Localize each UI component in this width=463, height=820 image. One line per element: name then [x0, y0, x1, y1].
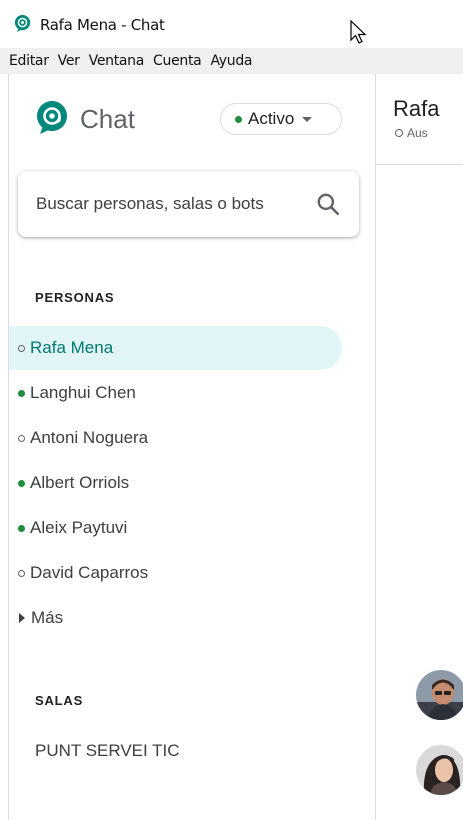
chevron-down-icon	[302, 116, 313, 122]
search-placeholder: Buscar personas, salas o bots	[36, 194, 264, 213]
status-label: Activo	[248, 109, 295, 128]
room-name: PUNT SERVEI TIC	[35, 741, 180, 760]
person-name: Aleix Paytuvi	[30, 518, 128, 537]
room-item-punt-servei-tic[interactable]: PUNT SERVEI TIC	[9, 731, 342, 771]
avatar-man-icon	[416, 670, 463, 720]
header-divider	[376, 164, 463, 165]
chat-logo-icon	[37, 101, 67, 134]
conversation-title: Rafa	[393, 96, 440, 121]
person-name: Rafa Mena	[30, 338, 114, 357]
away-status-dot	[18, 434, 25, 442]
person-name: David Caparros	[30, 563, 149, 582]
person-item-albert-orriols[interactable]: Albert Orriols	[9, 461, 342, 505]
online-status-dot	[235, 115, 242, 123]
sidebar: Chat Activo Buscar personas, salas o bot…	[9, 74, 375, 820]
menu-bar: Editar Ver Ventana Cuenta Ayuda	[0, 48, 463, 74]
more-people-toggle[interactable]: Más	[9, 601, 342, 635]
online-status-dot	[18, 479, 25, 487]
window-title: Rafa Mena - Chat	[40, 16, 165, 34]
title-bar: Rafa Mena - Chat	[0, 0, 463, 48]
conversation-pane: Rafa Aus	[376, 74, 463, 820]
mouse-pointer-icon	[350, 20, 367, 44]
person-name: Antoni Noguera	[30, 428, 149, 447]
person-name: Langhui Chen	[30, 383, 136, 402]
search-input[interactable]: Buscar personas, salas o bots	[18, 171, 359, 237]
away-status-dot	[18, 569, 25, 577]
chat-app-icon	[14, 14, 31, 33]
online-status-dot	[18, 389, 25, 397]
app-name: Chat	[80, 104, 135, 134]
avatar-woman-icon	[416, 745, 463, 795]
menu-editar[interactable]: Editar	[9, 53, 49, 69]
person-item-rafa-mena[interactable]: Rafa Mena	[9, 326, 342, 370]
away-status-dot	[18, 344, 25, 352]
avatar[interactable]	[416, 670, 463, 720]
conversation-status-text: Aus	[407, 126, 428, 140]
more-label: Más	[31, 608, 64, 627]
away-status-dot	[395, 129, 403, 137]
avatar[interactable]	[416, 745, 463, 795]
person-item-antoni-noguera[interactable]: Antoni Noguera	[9, 416, 342, 460]
menu-ventana[interactable]: Ventana	[89, 53, 145, 69]
person-item-langhui-chen[interactable]: Langhui Chen	[9, 371, 342, 415]
person-item-aleix-paytuvi[interactable]: Aleix Paytuvi	[9, 506, 342, 550]
conversation-status: Aus	[395, 126, 428, 140]
person-item-david-caparros[interactable]: David Caparros	[9, 551, 342, 595]
menu-ayuda[interactable]: Ayuda	[210, 53, 252, 69]
expand-triangle-icon	[19, 613, 25, 623]
status-dropdown[interactable]: Activo	[220, 103, 342, 135]
person-name: Albert Orriols	[30, 473, 130, 492]
rooms-section-heading: SALAS	[35, 693, 84, 708]
search-icon[interactable]	[315, 191, 341, 217]
menu-cuenta[interactable]: Cuenta	[153, 53, 202, 69]
menu-ver[interactable]: Ver	[58, 53, 80, 69]
online-status-dot	[18, 524, 25, 532]
people-section-heading: PERSONAS	[35, 290, 115, 305]
